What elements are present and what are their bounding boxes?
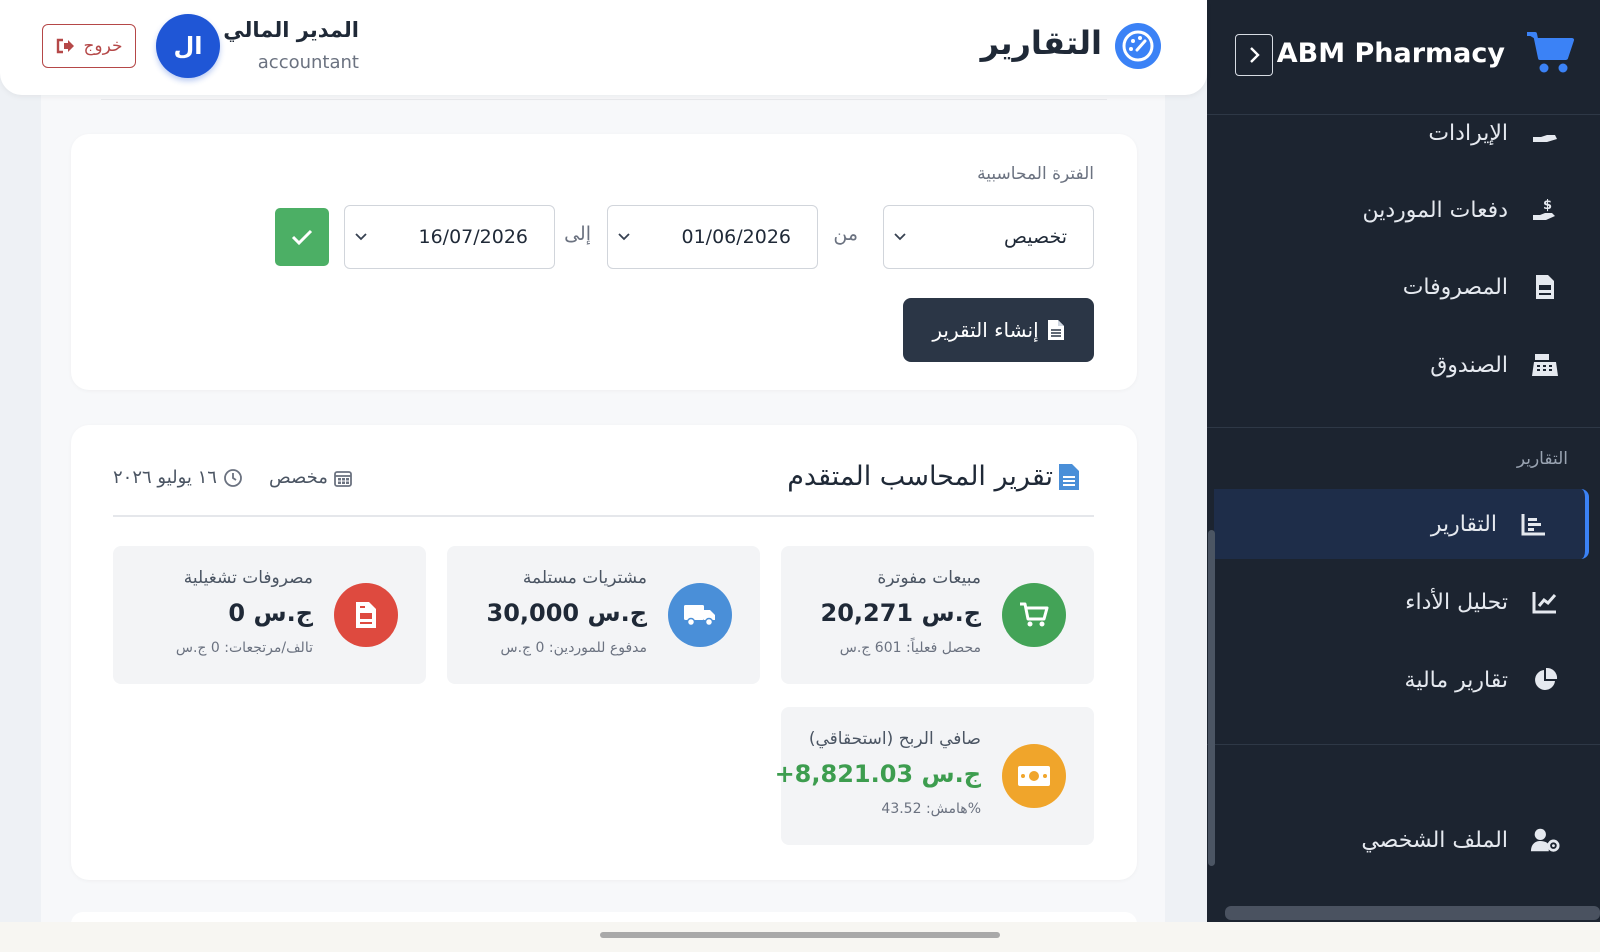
sidebar-item-performance[interactable]: تحليل الأداء: [1207, 567, 1600, 637]
brand-name: ABM Pharmacy: [1276, 38, 1505, 69]
stat-icon-circle: [1002, 744, 1066, 808]
sidebar-item-financial-reports[interactable]: تقارير مالية: [1207, 645, 1600, 715]
check-icon: [291, 229, 313, 246]
stat-label: مبيعات مفوترة: [877, 568, 981, 588]
sidebar-item-profile[interactable]: الملف الشخصي: [1207, 805, 1600, 875]
user-gear-icon: [1530, 825, 1560, 855]
user-role: accountant: [257, 52, 359, 73]
top-bar: خروج ال المدير المالي accountant التقاري…: [0, 0, 1207, 95]
from-date-input[interactable]: 01/06/2026: [607, 205, 818, 269]
home-indicator[interactable]: [600, 932, 1000, 938]
stat-label: مصروفات تشغيلية: [183, 568, 313, 588]
sidebar-item-label: الصندوق: [1430, 352, 1508, 378]
stat-card-net-profit: صافي الربح (استحقاقي) +8,821.03 ج.س هامش…: [775, 707, 1094, 845]
clock-icon: [224, 468, 242, 487]
cart-icon: [1020, 602, 1049, 627]
stat-icon-circle: [668, 583, 732, 647]
stat-label: صافي الربح (استحقاقي): [808, 729, 981, 749]
to-date-value: 16/07/2026: [418, 226, 528, 248]
from-label: من: [833, 223, 858, 245]
chevron-down-icon: [355, 233, 367, 241]
from-date-value: 01/06/2026: [681, 226, 791, 248]
sidebar-item-revenues[interactable]: الإيرادات: [1207, 98, 1600, 168]
period-select[interactable]: تخصيص: [883, 205, 1094, 269]
sidebar-horizontal-scrollbar[interactable]: [1225, 906, 1600, 920]
logout-label: خروج: [83, 36, 123, 56]
sidebar-item-label: المصروفات: [1402, 274, 1508, 300]
stat-value: 0 ج.س: [228, 599, 313, 627]
page-title: التقارير: [980, 24, 1102, 62]
sidebar-item-label: دفعات الموردين: [1362, 197, 1508, 223]
logout-button[interactable]: خروج: [42, 24, 136, 68]
chevron-down-icon: [894, 233, 906, 241]
stat-card-sales: مبيعات مفوترة 20,271 ج.س محصل فعلياً: 60…: [781, 546, 1094, 684]
sidebar-item-reports[interactable]: التقارير: [1214, 489, 1589, 559]
hand-holding-icon: [1530, 118, 1560, 148]
cart-icon: [1527, 32, 1574, 73]
generate-report-label: إنشاء التقرير: [932, 318, 1039, 342]
chevron-down-icon: [618, 233, 630, 241]
sidebar-item-label: الإيرادات: [1428, 120, 1508, 146]
stat-value: +8,821.03 ج.س: [774, 760, 981, 788]
file-icon: [1047, 320, 1064, 340]
truck-icon: [684, 605, 715, 627]
sidebar-divider: [1207, 744, 1600, 745]
user-name: المدير المالي: [223, 18, 359, 42]
stat-value: 30,000 ج.س: [486, 599, 648, 627]
to-date-input[interactable]: 16/07/2026: [344, 205, 555, 269]
report-type-label: مخصص: [269, 467, 328, 488]
chart-line-icon: [1530, 587, 1560, 617]
sidebar-toggle-button[interactable]: [1235, 34, 1273, 76]
stat-subtext: تالف/مرتجعات: 0 ج.س: [175, 640, 313, 656]
period-select-value: تخصيص: [1003, 226, 1067, 248]
report-date: ١٦ يوليو ٢٠٢٦: [113, 467, 243, 488]
svg-text:$: $: [1543, 198, 1552, 213]
report-card: تقرير المحاسب المتقدم مخصص ١٦ يوليو ٢٠٢٦: [71, 425, 1137, 880]
chart-pie-icon: [1530, 665, 1560, 695]
report-type: مخصص: [269, 467, 352, 488]
sidebar-item-cashbox[interactable]: الصندوق: [1207, 330, 1600, 400]
sidebar-item-label: التقارير: [1430, 511, 1497, 537]
stat-value: 20,271 ج.س: [820, 599, 982, 627]
stat-label: مشتريات مستلمة: [522, 568, 647, 588]
gauge-icon: [1115, 23, 1161, 69]
chevron-right-icon: [1250, 47, 1260, 63]
generate-report-button[interactable]: إنشاء التقرير: [903, 298, 1094, 362]
sidebar-item-supplier-payments[interactable]: دفعات الموردين $: [1207, 175, 1600, 245]
sidebar: ABM Pharmacy الإيرادات دفعات الموردين $ …: [1207, 0, 1600, 922]
stat-icon-circle: [1002, 583, 1066, 647]
file-alt-icon: [1059, 464, 1079, 490]
sidebar-divider: [1207, 427, 1600, 428]
confirm-dates-button[interactable]: [275, 208, 329, 266]
file-invoice-icon: [356, 602, 376, 628]
sidebar-section-reports: التقارير: [1516, 449, 1568, 469]
sidebar-item-label: تحليل الأداء: [1405, 589, 1508, 615]
sign-out-icon: [57, 38, 75, 54]
sidebar-item-label: تقارير مالية: [1404, 667, 1508, 693]
stat-subtext: محصل فعلياً: 601 ج.س: [839, 640, 981, 656]
stat-icon-circle: [334, 583, 398, 647]
money-bill-icon: [1018, 766, 1050, 786]
cash-register-icon: [1530, 350, 1560, 380]
stat-subtext: مدفوع للموردين: 0 ج.س: [500, 640, 647, 656]
stat-card-purchases: مشتريات مستلمة 30,000 ج.س مدفوع للموردين…: [447, 546, 760, 684]
stat-card-expenses: مصروفات تشغيلية 0 ج.س تالف/مرتجعات: 0 ج.…: [113, 546, 426, 684]
sidebar-item-label: الملف الشخصي: [1361, 827, 1508, 853]
filter-card: الفترة المحاسبية تخصيص من 01/06/2026 إلى…: [71, 134, 1137, 390]
sidebar-scrollbar[interactable]: [1208, 530, 1215, 866]
report-divider: [113, 515, 1094, 517]
content-divider: [101, 95, 1107, 100]
hand-holding-dollar-icon: $: [1530, 195, 1560, 225]
to-label: إلى: [564, 223, 591, 245]
period-label: الفترة المحاسبية: [977, 164, 1094, 184]
stat-subtext: هامش: 43.52%: [881, 801, 981, 817]
calendar-icon: [334, 470, 352, 487]
sidebar-item-expenses[interactable]: المصروفات: [1207, 252, 1600, 322]
avatar[interactable]: ال: [156, 14, 220, 78]
chart-bar-icon: [1519, 509, 1549, 539]
report-title: تقرير المحاسب المتقدم: [787, 461, 1053, 492]
file-invoice-icon: [1530, 272, 1560, 302]
report-date-label: ١٦ يوليو ٢٠٢٦: [113, 467, 217, 488]
